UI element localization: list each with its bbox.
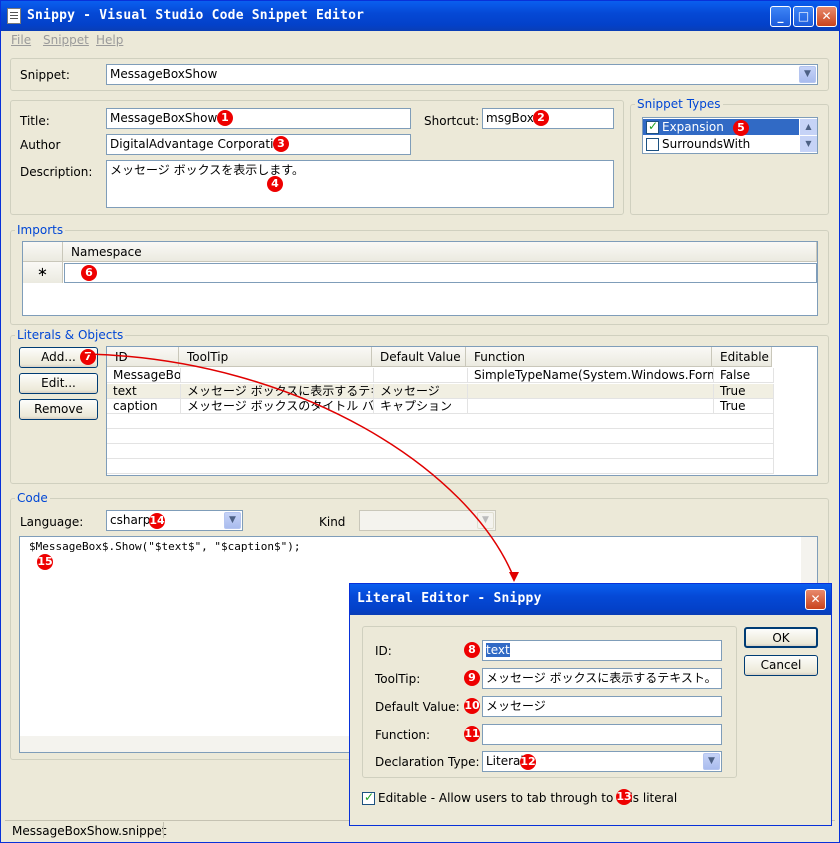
- callout-badge-9: 9: [464, 670, 480, 686]
- arrow-head-icon: [509, 572, 519, 582]
- chevron-down-icon[interactable]: ▼: [703, 753, 720, 770]
- declaration-type-value: Literal: [486, 754, 524, 768]
- dialog-title-bar[interactable]: Literal Editor - Snippy ✕: [350, 584, 831, 615]
- tooltip-label: ToolTip:: [375, 672, 421, 686]
- callout-badge-10: 10: [464, 698, 480, 714]
- id-input[interactable]: text: [482, 640, 722, 661]
- function-label: Function:: [375, 728, 431, 742]
- callout-badge-8: 8: [464, 642, 480, 658]
- arrow-curve: [87, 353, 515, 579]
- default-value-label: Default Value:: [375, 700, 460, 714]
- cancel-button[interactable]: Cancel: [744, 655, 818, 676]
- dialog-title: Literal Editor - Snippy: [357, 591, 542, 606]
- literal-editor-dialog: Literal Editor - Snippy ✕ ID: 8 text Too…: [349, 583, 832, 826]
- default-value-value: メッセージ: [486, 699, 546, 713]
- editable-label[interactable]: Editable - Allow users to tab through to…: [378, 791, 677, 805]
- declaration-type-label: Declaration Type:: [375, 755, 480, 769]
- callout-badge-13: 13: [616, 789, 632, 805]
- id-value: text: [486, 643, 510, 657]
- editable-checkbox[interactable]: [362, 790, 375, 805]
- ok-button[interactable]: OK: [744, 627, 818, 648]
- dialog-close-button[interactable]: ✕: [805, 589, 826, 610]
- callout-badge-11: 11: [464, 726, 480, 742]
- default-value-input[interactable]: メッセージ: [482, 696, 722, 717]
- tooltip-value: メッセージ ボックスに表示するテキスト。: [486, 671, 717, 685]
- function-input[interactable]: [482, 724, 722, 745]
- tooltip-input[interactable]: メッセージ ボックスに表示するテキスト。: [482, 668, 722, 689]
- declaration-type-combo[interactable]: Literal ▼: [482, 751, 722, 772]
- id-label: ID:: [375, 644, 392, 658]
- callout-badge-12: 12: [520, 754, 536, 770]
- dialog-fields-group: ID: 8 text ToolTip: 9 メッセージ ボックスに表示するテキス…: [362, 626, 737, 778]
